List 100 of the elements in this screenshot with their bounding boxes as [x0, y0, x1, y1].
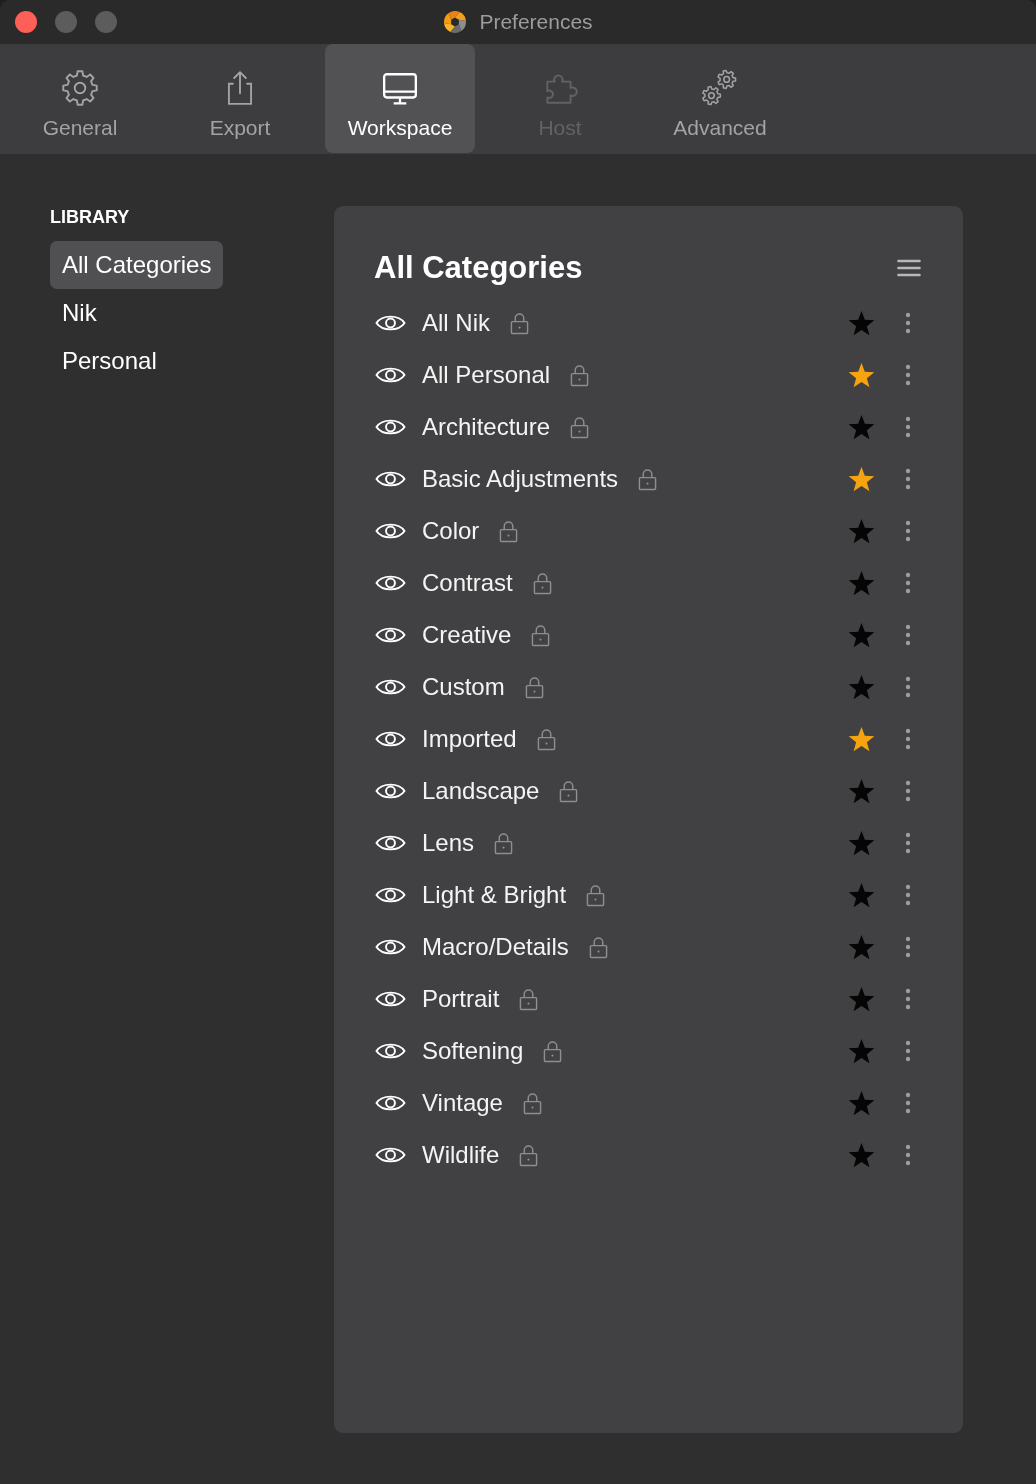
eye-icon[interactable] — [375, 1145, 406, 1165]
more-icon[interactable] — [905, 780, 911, 802]
lock-icon — [532, 571, 552, 595]
category-name: All Personal — [422, 361, 551, 389]
category-name: Softening — [422, 1037, 524, 1065]
lock-icon — [499, 519, 519, 543]
star-icon[interactable] — [848, 569, 875, 597]
toolbar-tab[interactable]: Advanced — [645, 44, 795, 153]
more-icon[interactable] — [905, 1092, 911, 1114]
eye-icon[interactable] — [375, 469, 406, 489]
aperture-logo-icon — [443, 10, 468, 34]
star-icon[interactable] — [848, 361, 875, 389]
sidebar-heading: LIBRARY — [50, 206, 130, 228]
star-icon[interactable] — [848, 777, 875, 805]
more-icon[interactable] — [905, 936, 911, 958]
lock-icon — [588, 935, 608, 959]
more-icon[interactable] — [905, 520, 911, 542]
lock-icon — [570, 415, 590, 439]
eye-icon[interactable] — [375, 573, 406, 593]
eye-icon[interactable] — [375, 417, 406, 437]
eye-icon[interactable] — [375, 365, 406, 385]
toolbar-tab[interactable]: Export — [165, 44, 315, 153]
eye-icon[interactable] — [375, 521, 406, 541]
eye-icon[interactable] — [375, 1041, 406, 1061]
close-button[interactable] — [15, 11, 37, 33]
star-icon[interactable] — [848, 309, 875, 337]
sidebar-item[interactable]: Nik — [50, 289, 109, 337]
eye-icon[interactable] — [375, 781, 406, 801]
eye-icon[interactable] — [375, 729, 406, 749]
eye-icon[interactable] — [375, 625, 406, 645]
more-icon[interactable] — [905, 364, 911, 386]
more-icon[interactable] — [905, 676, 911, 698]
more-icon[interactable] — [905, 468, 911, 490]
eye-icon[interactable] — [375, 885, 406, 905]
category-name: Basic Adjustments — [422, 465, 619, 493]
star-icon[interactable] — [848, 1037, 875, 1065]
category-name: Imported — [422, 725, 517, 753]
eye-icon[interactable] — [375, 989, 406, 1009]
star-icon[interactable] — [848, 881, 875, 909]
sidebar-item[interactable]: Personal — [50, 337, 169, 385]
gear-icon — [61, 69, 99, 107]
more-icon[interactable] — [905, 312, 911, 334]
more-icon[interactable] — [905, 572, 911, 594]
window-title: Preferences — [479, 10, 593, 34]
star-icon[interactable] — [848, 1089, 875, 1117]
lock-icon — [559, 779, 579, 803]
more-icon[interactable] — [905, 988, 911, 1010]
eye-icon[interactable] — [375, 1093, 406, 1113]
more-icon[interactable] — [905, 832, 911, 854]
category-name: Architecture — [422, 413, 551, 441]
minimize-button[interactable] — [55, 11, 77, 33]
category-name: Color — [422, 517, 480, 545]
more-icon[interactable] — [905, 728, 911, 750]
lock-icon — [531, 623, 551, 647]
category-name: Contrast — [422, 569, 513, 597]
more-icon[interactable] — [905, 884, 911, 906]
more-icon[interactable] — [905, 1144, 911, 1166]
star-icon[interactable] — [848, 933, 875, 961]
star-icon[interactable] — [848, 621, 875, 649]
category-name: Light & Bright — [422, 881, 567, 909]
star-icon[interactable] — [848, 1141, 875, 1169]
category-name: All Nik — [422, 309, 490, 337]
category-name: Vintage — [422, 1089, 503, 1117]
lock-icon — [638, 467, 658, 491]
more-icon[interactable] — [905, 624, 911, 646]
star-icon[interactable] — [848, 829, 875, 857]
star-icon[interactable] — [848, 517, 875, 545]
lock-icon — [494, 831, 514, 855]
lock-icon — [543, 1039, 563, 1063]
lock-icon — [536, 727, 556, 751]
gears-icon — [701, 69, 739, 107]
star-icon[interactable] — [848, 413, 875, 441]
lock-icon — [522, 1091, 542, 1115]
star-icon[interactable] — [848, 985, 875, 1013]
category-name: Lens — [422, 829, 475, 857]
zoom-button[interactable] — [95, 11, 117, 33]
lock-icon — [586, 883, 606, 907]
category-name: Macro/Details — [422, 933, 569, 961]
menu-icon[interactable] — [897, 259, 921, 277]
eye-icon[interactable] — [375, 937, 406, 957]
eye-icon[interactable] — [375, 833, 406, 853]
star-icon[interactable] — [848, 465, 875, 493]
star-icon[interactable] — [848, 673, 875, 701]
category-name: Wildlife — [422, 1141, 500, 1169]
eye-icon[interactable] — [375, 677, 406, 697]
eye-icon[interactable] — [375, 313, 406, 333]
panel-title: All Categories — [374, 250, 583, 286]
category-name: Custom — [422, 673, 505, 701]
star-icon[interactable] — [848, 725, 875, 753]
toolbar-tab[interactable]: General — [5, 44, 155, 153]
lock-icon — [524, 675, 544, 699]
lock-icon — [570, 363, 590, 387]
category-name: Landscape — [422, 777, 540, 805]
toolbar-tab[interactable]: Workspace — [325, 44, 475, 153]
more-icon[interactable] — [905, 1040, 911, 1062]
more-icon[interactable] — [905, 416, 911, 438]
category-name: Portrait — [422, 985, 500, 1013]
sidebar-item[interactable]: All Categories — [50, 241, 224, 289]
lock-icon — [519, 987, 539, 1011]
category-name: Creative — [422, 621, 512, 649]
